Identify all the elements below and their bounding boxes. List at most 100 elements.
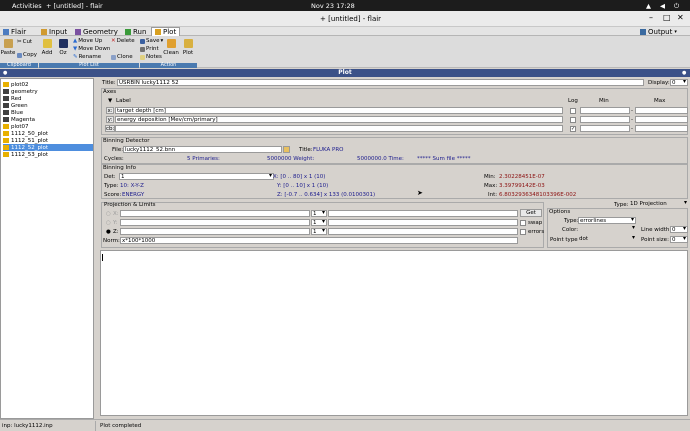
list-item-selected[interactable]: 1112_52_plot [3,144,93,151]
run-icon [125,28,131,35]
paste-button[interactable]: Paste [1,39,15,56]
proj-z-bins[interactable]: 1 [311,228,327,235]
plot-icon [183,39,193,48]
oz-icon [58,39,68,48]
list-item[interactable]: 1112_53_plot [3,151,93,158]
chevron-down-icon: ▾ [160,38,164,44]
print-button[interactable]: Print [140,46,159,52]
list-item[interactable]: Magenta [3,116,93,123]
proj-x-radio[interactable]: ○ [106,211,111,217]
power-icon[interactable]: ⏻ [674,2,679,11]
minimize-button[interactable]: – [649,13,653,22]
opt-type-select[interactable]: errorlines [578,217,636,224]
cb-log-checkbox[interactable]: ✓ [570,126,576,132]
proj-y-bins[interactable]: 1 [311,219,327,226]
save-icon [140,38,145,44]
axis-y-button[interactable]: y: [106,116,114,123]
norm-label: Norm: [103,238,120,244]
binning-info-header: Binning Info [103,165,136,171]
x-min-input[interactable] [580,107,630,114]
y-axis-label-input[interactable]: energy deposition [Mev/cm/primary] [115,116,563,123]
volume-icon[interactable]: ◀ [660,2,665,10]
proj-y-min-input[interactable] [120,219,310,226]
proj-z-min-input[interactable] [120,228,310,235]
point-size-spin[interactable]: 0 [670,236,688,243]
clean-button[interactable]: Clean [163,39,179,56]
rename-button[interactable]: ✎ Rename [73,54,101,60]
tab-flair[interactable]: Flair [0,27,29,36]
cb-min-input[interactable] [580,125,630,132]
list-item[interactable]: Green [3,102,93,109]
x-axis-label-input[interactable]: target depth [cm] [115,107,563,114]
y-log-checkbox[interactable] [570,117,576,123]
proj-x-max-input[interactable] [328,210,518,217]
plot-icon [3,131,9,136]
list-item[interactable]: Red [3,95,93,102]
add-button[interactable]: Add [41,39,53,56]
clock[interactable]: Nov 23 17:28 [311,2,355,10]
proj-y-radio[interactable]: ○ [106,220,111,226]
color-select[interactable] [578,226,636,233]
det-select[interactable]: 1 [119,173,274,180]
plot-commands-textarea[interactable] [100,250,688,416]
plot-tree-list[interactable]: plot02 geometry Red Green Blue Magenta p… [0,78,94,419]
activities-button[interactable]: Activities [12,2,42,10]
maximize-button[interactable]: □ [663,13,671,22]
group-clipboard: Clipboard [0,63,38,68]
list-item[interactable]: 1112_50_plot [3,130,93,137]
line-width-spin[interactable]: 0 [670,226,688,233]
tab-geometry[interactable]: Geometry [72,27,121,36]
list-item[interactable]: 1112_51_plot [3,137,93,144]
move-up-button[interactable]: ▲ Move Up [73,38,102,44]
oz-button[interactable]: Oz [57,39,69,56]
delete-button[interactable]: ✕ Delete [111,38,135,44]
proj-z-max-input[interactable] [328,228,518,235]
tab-plot[interactable]: Plot [151,27,181,36]
tab-run[interactable]: Run [122,27,149,36]
cb-axis-label-input[interactable] [115,125,563,132]
save-button[interactable]: Save ▾ [140,38,163,44]
norm-input[interactable]: x*100*1000 [120,237,518,244]
notes-button[interactable]: Notes [140,54,162,60]
axes-collapse-icon[interactable]: ▼ [108,98,112,104]
errors-checkbox[interactable] [520,229,526,235]
proj-z-radio[interactable]: ● [106,229,111,235]
proj-x-bins[interactable]: 1 [311,210,327,217]
proj-y-label: Y: [113,220,118,226]
x-range: X: [0 .. 80] x 1 (10) [273,174,326,180]
y-min-input[interactable] [580,116,630,123]
cb-max-input[interactable] [635,125,688,132]
title-input[interactable]: USRBIN lucky1112 52 [117,79,644,86]
list-item[interactable]: plot07 [3,123,93,130]
close-button[interactable]: ✕ [677,13,684,22]
axis-x-button[interactable]: x: [106,107,114,114]
app-menu[interactable]: + [untitled] - flair [46,2,103,10]
cut-button[interactable]: ✂ Cut [17,39,32,45]
list-item[interactable]: geometry [3,88,93,95]
swap-checkbox[interactable] [520,220,526,226]
get-button[interactable]: Get [520,209,542,217]
proj-type-select[interactable]: 1D Projection [629,201,688,208]
network-icon[interactable]: ▲ [646,2,651,10]
clone-button[interactable]: Clone [111,54,133,60]
folder-icon[interactable] [283,146,290,153]
tab-output[interactable]: Output ▾ [637,27,680,36]
plot-button[interactable]: Plot [181,39,195,56]
display-select[interactable]: 0 [670,79,688,86]
binning-detector-header: Binning Detector [103,138,150,144]
list-item[interactable]: plot02 [3,81,93,88]
point-type-select[interactable]: dot [578,236,636,243]
x-log-checkbox[interactable] [570,108,576,114]
proj-x-min-input[interactable] [120,210,310,217]
tab-input[interactable]: Input [38,27,70,36]
file-input[interactable]: lucky1112_52.bnn [123,146,282,153]
proj-y-max-input[interactable] [328,219,518,226]
move-down-button[interactable]: ▼ Move Down [73,46,110,52]
file-title-value: FLUKA PRO [313,147,344,153]
y-max-input[interactable] [635,116,688,123]
copy-button[interactable]: Copy [17,52,37,58]
list-item[interactable]: Blue [3,109,93,116]
x-max-input[interactable] [635,107,688,114]
axis-cb-button[interactable]: cb: [105,125,115,132]
printer-icon [140,46,145,52]
